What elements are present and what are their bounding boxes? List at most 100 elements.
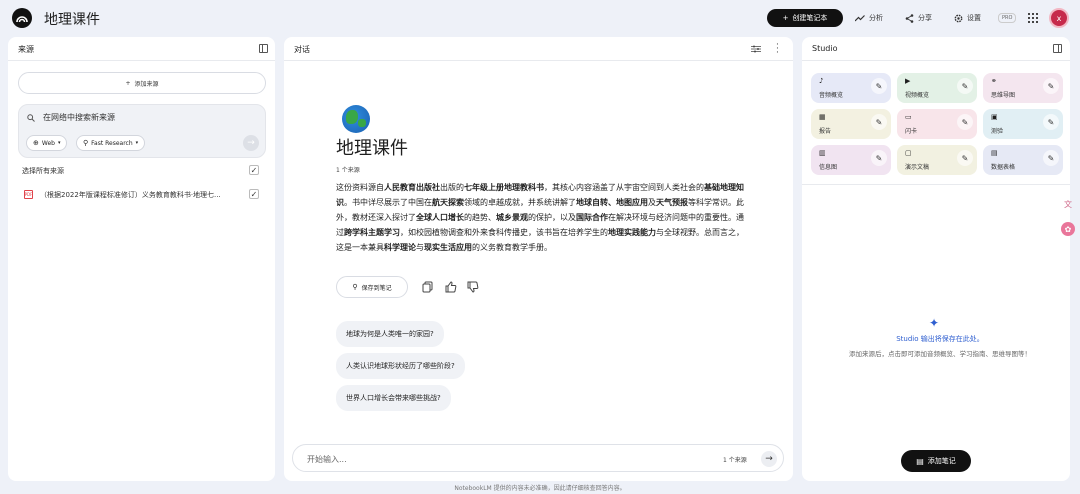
summary-keyword: 现实生活应用 <box>424 243 472 252</box>
pdf-icon: PDF <box>24 190 33 199</box>
studio-tile-label: 演示文稿 <box>905 164 930 171</box>
studio-tile-label: 数据表格 <box>991 164 1016 171</box>
studio-panel: Studio <box>802 37 1070 481</box>
summary-text: ，如校园植物调查和外来食科传播史，该书旨在培养学生的 <box>400 228 608 237</box>
submit-search-button[interactable]: → <box>243 135 259 151</box>
share-icon <box>905 13 914 23</box>
studio-tile-2[interactable]: ▶ 视频概览 ✎ <box>897 73 977 103</box>
research-chip-label: Fast Research <box>91 139 133 147</box>
add-note-button[interactable]: ▤ 添加笔记 <box>901 450 971 472</box>
notebooklm-logo-icon[interactable] <box>12 8 32 28</box>
edit-icon[interactable]: ✎ <box>871 150 887 166</box>
suggested-question[interactable]: 地球为何是人类唯一的家园? <box>336 321 444 347</box>
studio-tile-3[interactable]: ⚭ 思维导图 ✎ <box>983 73 1063 103</box>
footer-disclaimer: NotebookLM 提供的内容未必准确，因此请仔细核查回答内容。 <box>454 485 626 492</box>
collapse-panel-icon[interactable] <box>259 44 268 53</box>
edit-icon[interactable]: ✎ <box>871 78 887 94</box>
studio-tile-6[interactable]: ▣ 测验 ✎ <box>983 109 1063 139</box>
arrow-right-icon: → <box>765 454 773 464</box>
divider <box>802 184 1070 185</box>
summary-keyword: 科学理论 <box>384 243 416 252</box>
summary-text: 及 <box>648 198 656 207</box>
studio-empty-description: 添加来源后，点击即可添加音频概览、学习指南、思维导图等！ <box>849 350 1031 358</box>
analyze-button[interactable]: 分析 <box>855 9 883 27</box>
research-mode-dropdown[interactable]: ⚲ Fast Research ▾ <box>76 135 146 151</box>
copy-icon[interactable] <box>421 280 435 294</box>
video-icon: ▶ <box>905 77 911 85</box>
gear-icon <box>954 14 963 22</box>
chat-panel: 对话 · · · <box>284 37 793 481</box>
select-all-checkbox[interactable]: ✓ <box>249 165 259 175</box>
thumbs-down-icon[interactable] <box>466 280 480 294</box>
studio-empty-title: Studio 输出将保存在此处。 <box>896 335 984 343</box>
studio-tile-label: 音频概览 <box>819 92 844 99</box>
edit-icon[interactable]: ✎ <box>1043 150 1059 166</box>
summary-text: ，其核心内容涵盖了从宇宙空间到人类社会的 <box>544 183 704 192</box>
globe-icon: ⊕ <box>33 139 39 147</box>
summary-keyword: 国际合作 <box>576 213 608 222</box>
studio-tile-4[interactable]: ▦ 报告 ✎ <box>811 109 891 139</box>
edit-icon[interactable]: ✎ <box>957 78 973 94</box>
studio-tile-label: 报告 <box>819 128 832 135</box>
sources-header: 来源 <box>8 37 275 61</box>
source-item-label[interactable]: （根据2022年版课程标准修订）义务教育教科书·地理七... <box>40 190 221 200</box>
thumbs-up-icon[interactable] <box>444 280 458 294</box>
save-to-note-label: 保存到笔记 <box>361 284 392 292</box>
avatar[interactable]: x <box>1049 8 1069 28</box>
slides-icon: ▢ <box>905 149 912 157</box>
studio-tile-label: 测验 <box>991 128 1004 135</box>
summary-text: 的趋势、 <box>464 213 496 222</box>
share-button[interactable]: 分享 <box>905 9 932 27</box>
suggested-question[interactable]: 人类认识地球形状经历了哪些阶段? <box>336 353 465 379</box>
studio-tile-7[interactable]: ▥ 信息图 ✎ <box>811 145 891 175</box>
more-vert-icon[interactable]: · · · <box>776 41 779 58</box>
summary-keyword: 跨学科主题学习 <box>344 228 400 237</box>
summary-text: 领域的卓越成就，并系统讲解了 <box>464 198 576 207</box>
studio-tile-1[interactable]: ♪ 音频概览 ✎ <box>811 73 891 103</box>
add-source-button[interactable]: + 添加来源 <box>18 72 266 94</box>
assistant-icon[interactable]: ✿ <box>1061 222 1075 236</box>
summary-text: 与 <box>416 243 424 252</box>
flashcard-icon: ▭ <box>905 113 912 121</box>
notebook-heading: 地理课件 <box>336 138 408 159</box>
table-icon: ▤ <box>991 149 998 157</box>
create-notebook-button[interactable]: + 创建笔记本 <box>767 9 843 27</box>
translate-icon[interactable]: 文 <box>1061 197 1075 211</box>
collapse-panel-icon[interactable] <box>1053 44 1062 53</box>
edit-icon[interactable]: ✎ <box>871 114 887 130</box>
studio-tile-5[interactable]: ▭ 闪卡 ✎ <box>897 109 977 139</box>
web-source-dropdown[interactable]: ⊕ Web ▾ <box>26 135 68 151</box>
send-button[interactable]: → <box>761 451 777 467</box>
mindmap-icon: ⚭ <box>991 77 997 85</box>
edit-icon[interactable]: ✎ <box>957 114 973 130</box>
chat-title: 对话 <box>294 45 310 54</box>
notebook-summary: 这份资料源自人民教育出版社出版的七年级上册地理教科书，其核心内容涵盖了从宇宙空间… <box>336 180 744 255</box>
save-to-note-button[interactable]: ⚲ 保存到笔记 <box>336 276 408 298</box>
source-item-checkbox[interactable]: ✓ <box>249 189 259 199</box>
top-bar: 地理课件 + 创建笔记本 分析 分享 设置 PRO x <box>0 0 1080 36</box>
suggested-question[interactable]: 世界人口增长会带来哪些挑战? <box>336 385 451 411</box>
chat-input-placeholder[interactable]: 开始输入... <box>307 454 347 465</box>
summary-keyword: 地球自转、地图应用 <box>576 198 648 207</box>
search-input[interactable]: 在网络中搜索新来源 <box>43 112 115 123</box>
settings-button[interactable]: 设置 <box>954 9 981 27</box>
studio-tile-8[interactable]: ▢ 演示文稿 ✎ <box>897 145 977 175</box>
notebook-title[interactable]: 地理课件 <box>44 9 100 29</box>
input-source-count: 1 个来源 <box>723 457 747 464</box>
summary-keyword: 地理实践能力 <box>608 228 656 237</box>
studio-title: Studio <box>812 44 838 53</box>
studio-tile-9[interactable]: ▤ 数据表格 ✎ <box>983 145 1063 175</box>
web-chip-label: Web <box>41 139 55 147</box>
chat-input-box[interactable]: 开始输入... 1 个来源 → <box>292 444 784 472</box>
summary-text: 出版的 <box>440 183 464 192</box>
tune-icon[interactable] <box>751 45 761 53</box>
trending-up-icon <box>855 15 865 22</box>
edit-icon[interactable]: ✎ <box>957 150 973 166</box>
chevron-down-icon: ▾ <box>135 140 139 146</box>
summary-keyword: 人民教育出版社 <box>384 183 440 192</box>
edit-icon[interactable]: ✎ <box>1043 78 1059 94</box>
edit-icon[interactable]: ✎ <box>1043 114 1059 130</box>
source-count: 1 个来源 <box>336 167 360 174</box>
summary-keyword: 天气预报 <box>656 198 688 207</box>
apps-grid-icon[interactable] <box>1028 13 1038 23</box>
